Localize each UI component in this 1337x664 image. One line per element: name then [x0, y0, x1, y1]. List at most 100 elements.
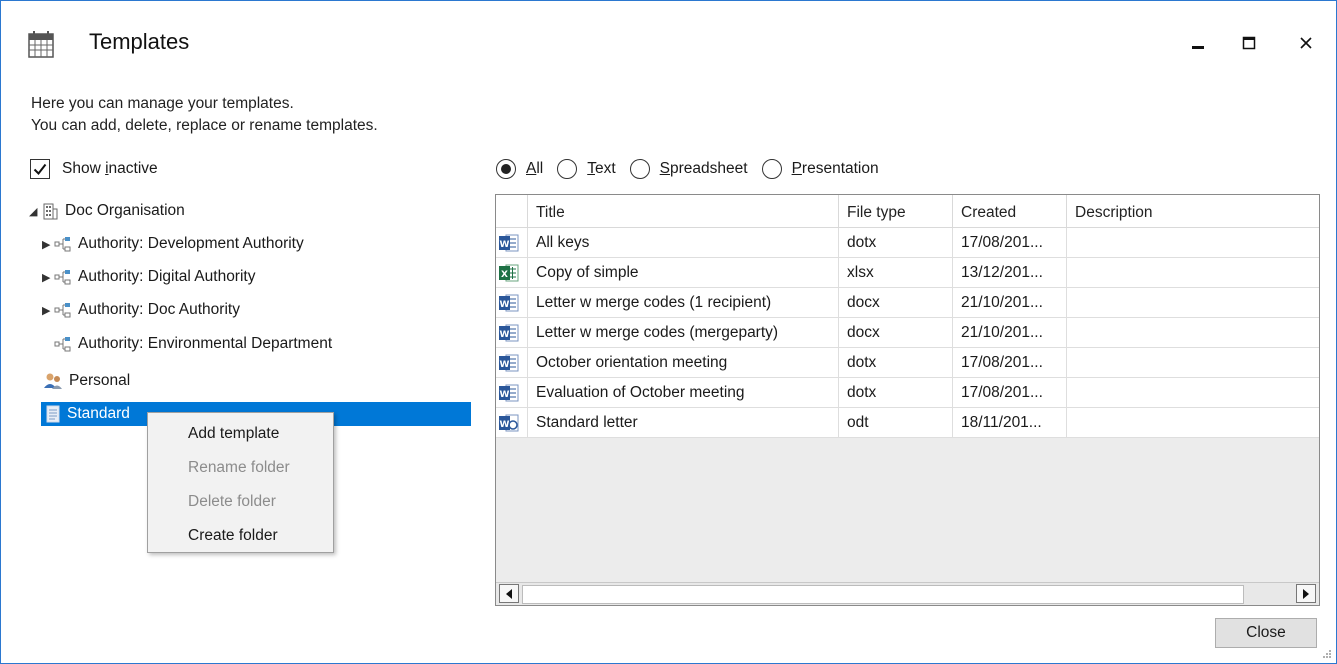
- expand-arrow-icon[interactable]: ▶: [42, 238, 54, 251]
- tree-node-environmental-department[interactable]: Authority: Environmental Department: [54, 332, 332, 356]
- tree-label: Standard: [67, 405, 130, 422]
- radio-circle[interactable]: [629, 159, 650, 179]
- radio-label: Spreadsheet: [659, 160, 748, 177]
- minimize-button[interactable]: [1176, 23, 1220, 63]
- radio-label: All: [526, 160, 544, 177]
- table-row[interactable]: W October orientation meeting dotx 17/08/20…: [496, 348, 1319, 378]
- show-inactive-label: Show inactive: [62, 160, 158, 177]
- menu-item-create-folder[interactable]: Create folder: [188, 524, 278, 548]
- svg-text:X: X: [501, 270, 508, 280]
- file-type-cell: dotx: [839, 378, 953, 407]
- radio-spreadsheet[interactable]: Spreadsheet: [629, 159, 748, 179]
- table-row[interactable]: W Letter w merge codes (mergeparty) docx 21…: [496, 318, 1319, 348]
- word-template-icon: W: [498, 353, 520, 377]
- table-row[interactable]: W Evaluation of October meeting dotx 17/08/…: [496, 378, 1319, 408]
- icon-column-header[interactable]: [496, 195, 528, 227]
- show-inactive-checkbox[interactable]: Show inactive: [30, 159, 158, 179]
- org-structure-icon: [54, 336, 72, 352]
- table-row[interactable]: X Copy of simple xlsx 13/12/201...: [496, 258, 1319, 288]
- created-cell: 21/10/201...: [953, 318, 1067, 347]
- close-window-button[interactable]: [1284, 23, 1328, 63]
- scroll-right-button[interactable]: [1296, 584, 1316, 603]
- expand-arrow-icon[interactable]: ▶: [42, 304, 54, 317]
- templates-table: Title File type Created Description W All…: [495, 194, 1320, 606]
- created-cell: 21/10/201...: [953, 288, 1067, 317]
- window-title: Templates: [89, 29, 190, 54]
- context-menu: Add template Rename folder Delete folder…: [147, 412, 334, 553]
- title-cell: Copy of simple: [528, 258, 839, 287]
- radio-label: Text: [587, 160, 616, 177]
- checkmark-icon: [33, 163, 47, 176]
- resize-grip-icon[interactable]: [1322, 649, 1332, 659]
- file-icon-cell: W: [496, 318, 528, 347]
- expand-arrow-icon[interactable]: ▶: [42, 271, 54, 284]
- tree-node-development-authority[interactable]: ▶ Authority: Development Authority: [42, 232, 304, 256]
- description-cell: [1067, 288, 1319, 317]
- menu-item-add-template[interactable]: Add template: [188, 422, 279, 446]
- scroll-left-button[interactable]: [499, 584, 519, 603]
- description-cell: [1067, 228, 1319, 257]
- title-cell: Evaluation of October meeting: [528, 378, 839, 407]
- tree-node-doc-organisation[interactable]: ◢ Doc Organisation: [29, 199, 185, 223]
- odt-icon: W: [498, 413, 520, 437]
- column-header-file-type[interactable]: File type: [839, 195, 953, 227]
- title-cell: October orientation meeting: [528, 348, 839, 377]
- created-cell: 17/08/201...: [953, 378, 1067, 407]
- tree-label: Authority: Doc Authority: [78, 301, 240, 318]
- svg-text:W: W: [500, 360, 510, 370]
- org-structure-icon: [54, 269, 72, 285]
- radio-all[interactable]: All: [496, 159, 543, 179]
- description-cell: [1067, 318, 1319, 347]
- menu-item-rename-folder[interactable]: Rename folder: [188, 456, 290, 480]
- svg-text:W: W: [500, 330, 510, 340]
- close-button[interactable]: Close: [1215, 618, 1317, 648]
- svg-text:W: W: [500, 390, 510, 400]
- word-template-icon: W: [498, 383, 520, 407]
- table-body: W All keys dotx 17/08/201... X Copy of simple…: [496, 228, 1319, 438]
- file-type-cell: dotx: [839, 348, 953, 377]
- horizontal-scrollbar[interactable]: [496, 582, 1319, 605]
- tree-label: Doc Organisation: [65, 202, 185, 219]
- radio-circle[interactable]: [761, 159, 782, 179]
- excel-icon: X: [498, 263, 520, 287]
- table-row[interactable]: W All keys dotx 17/08/201...: [496, 228, 1319, 258]
- maximize-icon: [1242, 36, 1256, 50]
- file-type-cell: docx: [839, 288, 953, 317]
- radio-text[interactable]: Text: [557, 159, 616, 179]
- tree-label: Authority: Digital Authority: [78, 268, 256, 285]
- word-template-icon: W: [498, 233, 520, 257]
- column-header-title[interactable]: Title: [528, 195, 839, 227]
- svg-text:W: W: [500, 240, 510, 250]
- scrollbar-thumb[interactable]: [522, 585, 1244, 604]
- people-icon: [43, 372, 63, 390]
- created-cell: 18/11/201...: [953, 408, 1067, 437]
- created-cell: 17/08/201...: [953, 348, 1067, 377]
- tree-node-digital-authority[interactable]: ▶ Authority: Digital Authority: [42, 265, 255, 289]
- title-bar: Templates: [1, 1, 1336, 81]
- scroll-right-icon: [1303, 588, 1309, 599]
- table-header: Title File type Created Description: [496, 195, 1319, 228]
- title-cell: All keys: [528, 228, 839, 257]
- column-header-description[interactable]: Description: [1067, 195, 1319, 227]
- collapse-arrow-icon[interactable]: ◢: [29, 205, 41, 218]
- building-icon: [41, 202, 59, 220]
- radio-circle[interactable]: [557, 159, 578, 179]
- document-icon: [45, 405, 61, 423]
- intro-line-1: Here you can manage your templates.: [31, 95, 294, 112]
- radio-circle[interactable]: [496, 159, 516, 179]
- menu-item-delete-folder[interactable]: Delete folder: [188, 490, 276, 514]
- table-row[interactable]: W Standard letter odt 18/11/201...: [496, 408, 1319, 438]
- description-cell: [1067, 378, 1319, 407]
- tree-node-doc-authority[interactable]: ▶ Authority: Doc Authority: [42, 298, 240, 322]
- table-row[interactable]: W Letter w merge codes (1 recipient) docx 2…: [496, 288, 1319, 318]
- file-icon-cell: X: [496, 258, 528, 287]
- tree-node-personal[interactable]: Personal: [43, 369, 130, 393]
- radio-label: Presentation: [791, 160, 879, 177]
- tree-label: Personal: [69, 372, 131, 389]
- radio-presentation[interactable]: Presentation: [761, 159, 879, 179]
- column-header-created[interactable]: Created: [953, 195, 1067, 227]
- maximize-button[interactable]: [1227, 23, 1271, 63]
- close-icon: [1300, 37, 1312, 49]
- created-cell: 13/12/201...: [953, 258, 1067, 287]
- checkbox-box[interactable]: [30, 159, 50, 179]
